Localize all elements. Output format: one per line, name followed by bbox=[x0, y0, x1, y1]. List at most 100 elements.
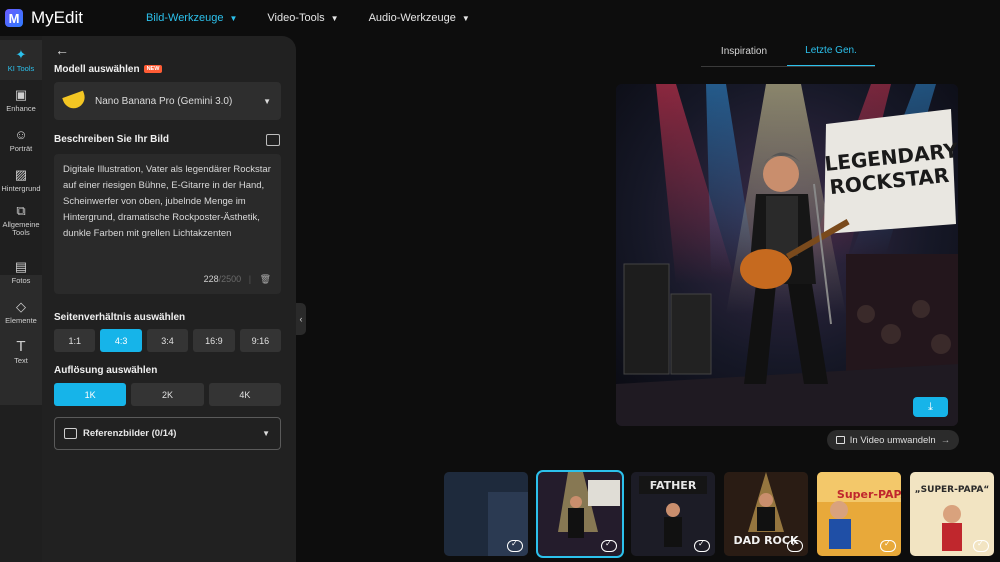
rail-label: Porträt bbox=[9, 143, 33, 153]
model-title-text: Modell auswählen bbox=[54, 64, 140, 75]
image-enhance-icon: ▣ bbox=[14, 86, 28, 102]
tool-rail: ✦ KI Tools ▣ Enhance ☺ Porträt ▨ Hinterg… bbox=[0, 36, 42, 562]
image-upload-icon[interactable] bbox=[266, 134, 280, 146]
prompt-text: Digitale Illustration, Vater als legendä… bbox=[63, 164, 271, 239]
resolution-options: 1K 2K 4K bbox=[54, 383, 281, 406]
portrait-icon: ☺ bbox=[14, 126, 28, 142]
thumbnail-item[interactable]: Super-PAPA bbox=[817, 472, 901, 556]
thumbnail-item[interactable]: „SUPER-PAPA“ bbox=[910, 472, 994, 556]
char-counter: 228/2500 | 🗑 bbox=[204, 274, 271, 285]
cloud-check-icon bbox=[973, 539, 989, 552]
model-section-title: Modell auswählen NEW bbox=[54, 64, 163, 75]
top-bar: M MyEdit Bild-Werkzeuge ▼ Video-Tools ▼ Au… bbox=[0, 0, 1000, 36]
ratio-4-3-button[interactable]: 4:3 bbox=[100, 329, 142, 352]
tools-icon: ⧉ bbox=[16, 202, 26, 218]
photos-icon: ▤ bbox=[14, 258, 28, 274]
resolution-title: Auflösung auswählen bbox=[54, 365, 158, 376]
app-logo[interactable]: M MyEdit bbox=[5, 8, 83, 28]
nav-video-tools[interactable]: Video-Tools ▼ bbox=[267, 12, 338, 24]
generated-image: LEGENDARY ROCKSTAR bbox=[616, 84, 958, 426]
logo-mark: M bbox=[5, 9, 23, 27]
magic-wand-icon: ✦ bbox=[15, 46, 27, 62]
nav-label: Audio-Werkzeuge bbox=[368, 12, 456, 24]
chevron-down-icon: ▼ bbox=[330, 13, 339, 23]
nav-bild-werkzeuge[interactable]: Bild-Werkzeuge ▼ bbox=[146, 12, 237, 24]
background-icon: ▨ bbox=[14, 166, 28, 182]
rail-item-hintergrund[interactable]: ▨ Hintergrund bbox=[0, 160, 42, 200]
trash-icon[interactable]: 🗑 bbox=[260, 274, 271, 284]
text-icon: T bbox=[16, 337, 26, 355]
resolution-1k-button[interactable]: 1K bbox=[54, 383, 127, 406]
rail-item-text[interactable]: T Text bbox=[0, 332, 42, 372]
banana-icon bbox=[62, 90, 88, 112]
cloud-check-icon bbox=[601, 539, 617, 552]
reference-label: Referenzbilder (0/14) bbox=[83, 428, 177, 439]
nav-label: Bild-Werkzeuge bbox=[146, 12, 224, 24]
thumbnail-item[interactable]: DAD ROCK bbox=[724, 472, 808, 556]
ratio-title: Seitenverhältnis auswählen bbox=[54, 312, 186, 323]
resolution-2k-button[interactable]: 2K bbox=[131, 383, 204, 406]
download-icon: ⤓ bbox=[928, 400, 933, 413]
model-select[interactable]: Nano Banana Pro (Gemini 3.0) ▼ bbox=[54, 82, 281, 120]
arrow-right-icon: → bbox=[940, 434, 951, 446]
rail-label: Allgemeine Tools bbox=[2, 219, 40, 237]
tab-letzte-gen[interactable]: Letzte Gen. bbox=[787, 36, 875, 67]
char-count: 228 bbox=[203, 274, 219, 284]
rail-item-elemente[interactable]: ◇ Elemente bbox=[0, 292, 42, 332]
rail-label: Hintergrund bbox=[1, 183, 41, 193]
cloud-check-icon bbox=[694, 539, 710, 552]
back-arrow-icon[interactable]: ← bbox=[55, 42, 69, 58]
chevron-down-icon: ▼ bbox=[461, 13, 470, 23]
cloud-check-icon bbox=[787, 539, 803, 552]
rail-label: Text bbox=[14, 355, 28, 365]
cloud-check-icon bbox=[507, 539, 523, 552]
prompt-input[interactable]: Digitale Illustration, Vater als legendä… bbox=[54, 154, 281, 294]
ratio-16-9-button[interactable]: 16:9 bbox=[193, 329, 235, 352]
ratio-1-1-button[interactable]: 1:1 bbox=[54, 329, 96, 352]
settings-panel: ← Modell auswählen NEW Nano Banana Pro (G… bbox=[42, 36, 296, 562]
nav-audio-werkzeuge[interactable]: Audio-Werkzeuge ▼ bbox=[369, 12, 470, 24]
gallery-icon bbox=[64, 428, 77, 439]
rail-item-allgemeine-tools[interactable]: ⧉ Allgemeine Tools bbox=[0, 200, 42, 240]
video-icon bbox=[835, 436, 845, 444]
ratio-3-4-button[interactable]: 3:4 bbox=[146, 329, 189, 352]
thumbnail-item[interactable] bbox=[444, 472, 528, 556]
convert-to-video-button[interactable]: In Video umwandeln → bbox=[827, 430, 959, 450]
rail-label: Fotos bbox=[11, 275, 31, 285]
elements-icon: ◇ bbox=[16, 298, 26, 314]
caret-down-icon: ▼ bbox=[262, 429, 270, 438]
ratio-9-16-button[interactable]: 9:16 bbox=[239, 329, 282, 352]
download-button[interactable]: ⤓ bbox=[913, 397, 948, 417]
tab-divider bbox=[701, 66, 875, 67]
thumbnail-caption: Super-PAPA bbox=[837, 488, 901, 501]
rail-label: Enhance bbox=[6, 103, 36, 113]
char-max: /2500 bbox=[218, 274, 242, 284]
model-name: Nano Banana Pro (Gemini 3.0) bbox=[95, 95, 233, 107]
thumbnail-strip: FATHER DAD ROCK Super-PAPA „SUPER-PAPA“ bbox=[444, 470, 1000, 558]
chevron-down-icon: ▼ bbox=[229, 13, 238, 23]
thumbnail-caption: FATHER bbox=[650, 479, 697, 492]
main-nav: Bild-Werkzeuge ▼ Video-Tools ▼ Audio-Werkz… bbox=[146, 0, 500, 36]
result-tabs: Inspiration Letzte Gen. bbox=[701, 36, 875, 67]
caret-down-icon: ▼ bbox=[263, 96, 271, 106]
collapse-panel-handle[interactable]: ‹ bbox=[296, 303, 306, 335]
ratio-options: 1:1 4:3 3:4 16:9 9:16 bbox=[54, 329, 282, 352]
new-badge: NEW bbox=[143, 65, 163, 74]
counter-divider: | bbox=[248, 274, 252, 284]
rail-item-fotos[interactable]: ▤ Fotos bbox=[0, 252, 42, 292]
resolution-4k-button[interactable]: 4K bbox=[208, 383, 281, 406]
rail-label: Elemente bbox=[5, 315, 37, 325]
rail-label: KI Tools bbox=[7, 63, 35, 73]
rail-item-enhance[interactable]: ▣ Enhance bbox=[0, 80, 42, 120]
thumbnail-caption: „SUPER-PAPA“ bbox=[915, 485, 990, 495]
rail-item-portrait[interactable]: ☺ Porträt bbox=[0, 120, 42, 160]
rockstar-illustration: LEGENDARY ROCKSTAR bbox=[616, 84, 958, 426]
rail-item-ki-tools[interactable]: ✦ KI Tools bbox=[0, 40, 42, 80]
nav-label: Video-Tools bbox=[267, 12, 325, 24]
video-button-label: In Video umwandeln bbox=[849, 434, 936, 446]
thumbnail-item[interactable] bbox=[536, 470, 624, 558]
reference-images-dropdown[interactable]: Referenzbilder (0/14) ▼ bbox=[54, 417, 281, 450]
thumbnail-item[interactable]: FATHER bbox=[631, 472, 715, 556]
cloud-check-icon bbox=[880, 539, 896, 552]
tab-inspiration[interactable]: Inspiration bbox=[701, 36, 787, 67]
